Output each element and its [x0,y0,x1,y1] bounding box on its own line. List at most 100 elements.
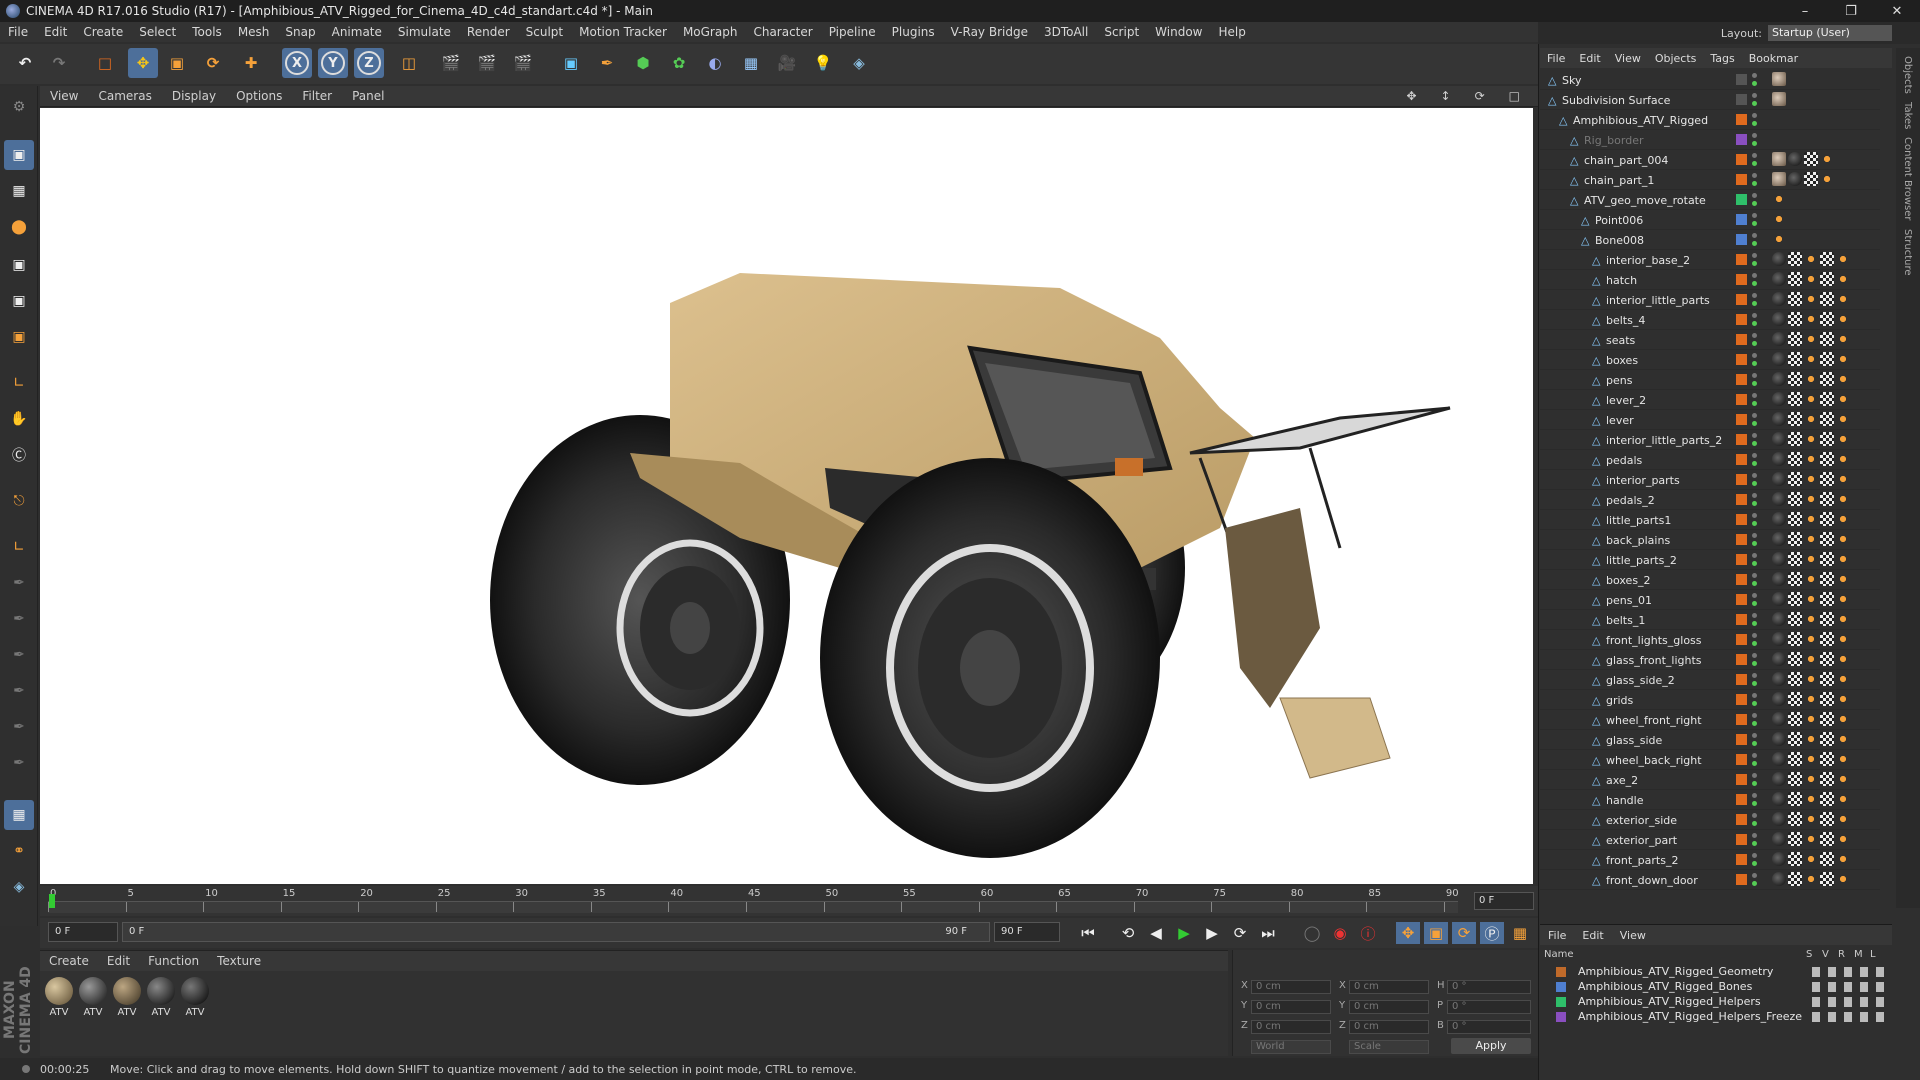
object-tag-icon[interactable] [1820,432,1834,446]
editor-visibility-dot[interactable] [1752,553,1757,558]
object-tag-icon[interactable] [1836,832,1850,846]
object-tag-icon[interactable] [1820,552,1834,566]
magnet-icon[interactable]: ⎋ [4,486,34,516]
object-menu-item[interactable]: View [1608,52,1648,65]
object-tag-icon[interactable] [1772,652,1786,666]
next-frame-icon[interactable]: ▶ [1200,922,1224,944]
layer-color-swatch[interactable] [1736,454,1747,465]
object-tag-icon[interactable] [1820,472,1834,486]
previous-key-icon[interactable]: ⟲ [1116,922,1140,944]
rotation-b-field[interactable]: 0 ° [1447,1020,1531,1034]
object-tag-icon[interactable] [1820,252,1834,266]
points-mode-icon[interactable]: ▣ [4,250,34,280]
editor-visibility-dot[interactable] [1752,573,1757,578]
layer-color-swatch[interactable] [1556,997,1566,1007]
object-tag-icon[interactable] [1772,452,1786,466]
object-tag-icon[interactable] [1772,612,1786,626]
viewport-menu-item[interactable]: View [40,89,88,103]
object-tag-icon[interactable] [1836,452,1850,466]
object-tag-icon[interactable] [1804,752,1818,766]
layer-color-swatch[interactable] [1736,154,1747,165]
editor-visibility-dot[interactable] [1752,233,1757,238]
object-tag-icon[interactable] [1820,312,1834,326]
timeline-track[interactable] [48,901,1458,913]
object-row[interactable]: △ wheel_front_right [1540,710,1880,730]
render-visibility-dot[interactable] [1752,81,1757,86]
menu-item[interactable]: Animate [324,25,390,39]
mograph-cloner-icon[interactable]: ✿ [664,48,694,78]
layer-toggle-icons[interactable] [1812,982,1892,992]
object-tag-icon[interactable] [1836,652,1850,666]
object-row[interactable]: △ lever_2 [1540,390,1880,410]
tweak-mode-icon[interactable]: ✋ [4,404,34,434]
object-row[interactable]: △ axe_2 [1540,770,1880,790]
render-view-icon[interactable]: 🎬 [436,48,466,78]
layer-toggle-icons[interactable] [1812,1012,1892,1022]
object-menu-item[interactable]: Tags [1703,52,1741,65]
object-tag-icon[interactable] [1820,812,1834,826]
menu-item[interactable]: Motion Tracker [571,25,675,39]
object-tag-icon[interactable] [1772,192,1786,206]
object-tag-icon[interactable] [1820,332,1834,346]
model-mode-icon[interactable]: ▣ [4,140,34,170]
object-tag-icon[interactable] [1820,532,1834,546]
object-tag-icon[interactable] [1804,572,1818,586]
layer-color-swatch[interactable] [1736,414,1747,425]
camera-icon[interactable]: 🎥 [772,48,802,78]
editor-visibility-dot[interactable] [1752,213,1757,218]
object-tag-icon[interactable] [1804,292,1818,306]
object-row[interactable]: △ little_parts_2 [1540,550,1880,570]
subdivision-icon[interactable]: ⬢ [628,48,658,78]
menu-item[interactable]: MoGraph [675,25,746,39]
object-menu-item[interactable]: File [1540,52,1572,65]
object-tag-icon[interactable] [1820,592,1834,606]
object-tag-icon[interactable] [1772,872,1786,886]
object-tag-icon[interactable] [1804,472,1818,486]
editor-visibility-dot[interactable] [1752,413,1757,418]
object-tag-icon[interactable] [1836,812,1850,826]
object-row[interactable]: △ wheel_back_right [1540,750,1880,770]
previous-frame-icon[interactable]: ◀ [1144,922,1168,944]
go-to-end-icon[interactable]: ⏭ [1256,922,1280,944]
layer-color-swatch[interactable] [1736,574,1747,585]
object-tag-icon[interactable] [1836,432,1850,446]
key-scale-icon[interactable]: ▣ [1424,922,1448,944]
object-row[interactable]: △ Point006 [1540,210,1880,230]
layer-color-swatch[interactable] [1736,614,1747,625]
object-row[interactable]: △ interior_base_2 [1540,250,1880,270]
make-editable-icon[interactable]: ⚙ [4,92,34,122]
render-settings-icon[interactable]: 🎬 [508,48,538,78]
object-tag-icon[interactable] [1772,752,1786,766]
workplane-mode-icon[interactable]: ⬤ [4,212,34,242]
render-visibility-dot[interactable] [1752,161,1757,166]
object-tag-icon[interactable] [1772,812,1786,826]
coordinate-system-icon[interactable]: ◫ [394,48,424,78]
object-row[interactable]: △ glass_side_2 [1540,670,1880,690]
object-row[interactable]: △ pens [1540,370,1880,390]
texture-mode-icon[interactable]: ▦ [4,176,34,206]
size-x-field[interactable]: 0 cm [1349,980,1429,994]
viewport-menu-item[interactable]: Display [162,89,226,103]
layer-row[interactable]: Amphibious_ATV_Rigged_Helpers [1540,995,1892,1009]
object-tag-icon[interactable] [1788,532,1802,546]
layout-select[interactable]: Startup (User) [1768,25,1892,41]
render-visibility-dot[interactable] [1752,661,1757,666]
menu-item[interactable]: Mesh [230,25,278,39]
object-tag-icon[interactable] [1788,712,1802,726]
layer-color-swatch[interactable] [1556,1012,1566,1022]
render-visibility-dot[interactable] [1752,821,1757,826]
layer-color-swatch[interactable] [1736,674,1747,685]
render-visibility-dot[interactable] [1752,801,1757,806]
object-tag-icon[interactable] [1788,372,1802,386]
editor-visibility-dot[interactable] [1752,193,1757,198]
editor-visibility-dot[interactable] [1752,273,1757,278]
editor-visibility-dot[interactable] [1752,353,1757,358]
pen-spline-icon[interactable]: ✒ [592,48,622,78]
editor-visibility-dot[interactable] [1752,133,1757,138]
menu-item[interactable]: Simulate [390,25,459,39]
object-tag-icon[interactable] [1836,672,1850,686]
menu-item[interactable]: Pipeline [821,25,884,39]
layer-color-swatch[interactable] [1736,334,1747,345]
editor-visibility-dot[interactable] [1752,793,1757,798]
object-tag-icon[interactable] [1804,652,1818,666]
